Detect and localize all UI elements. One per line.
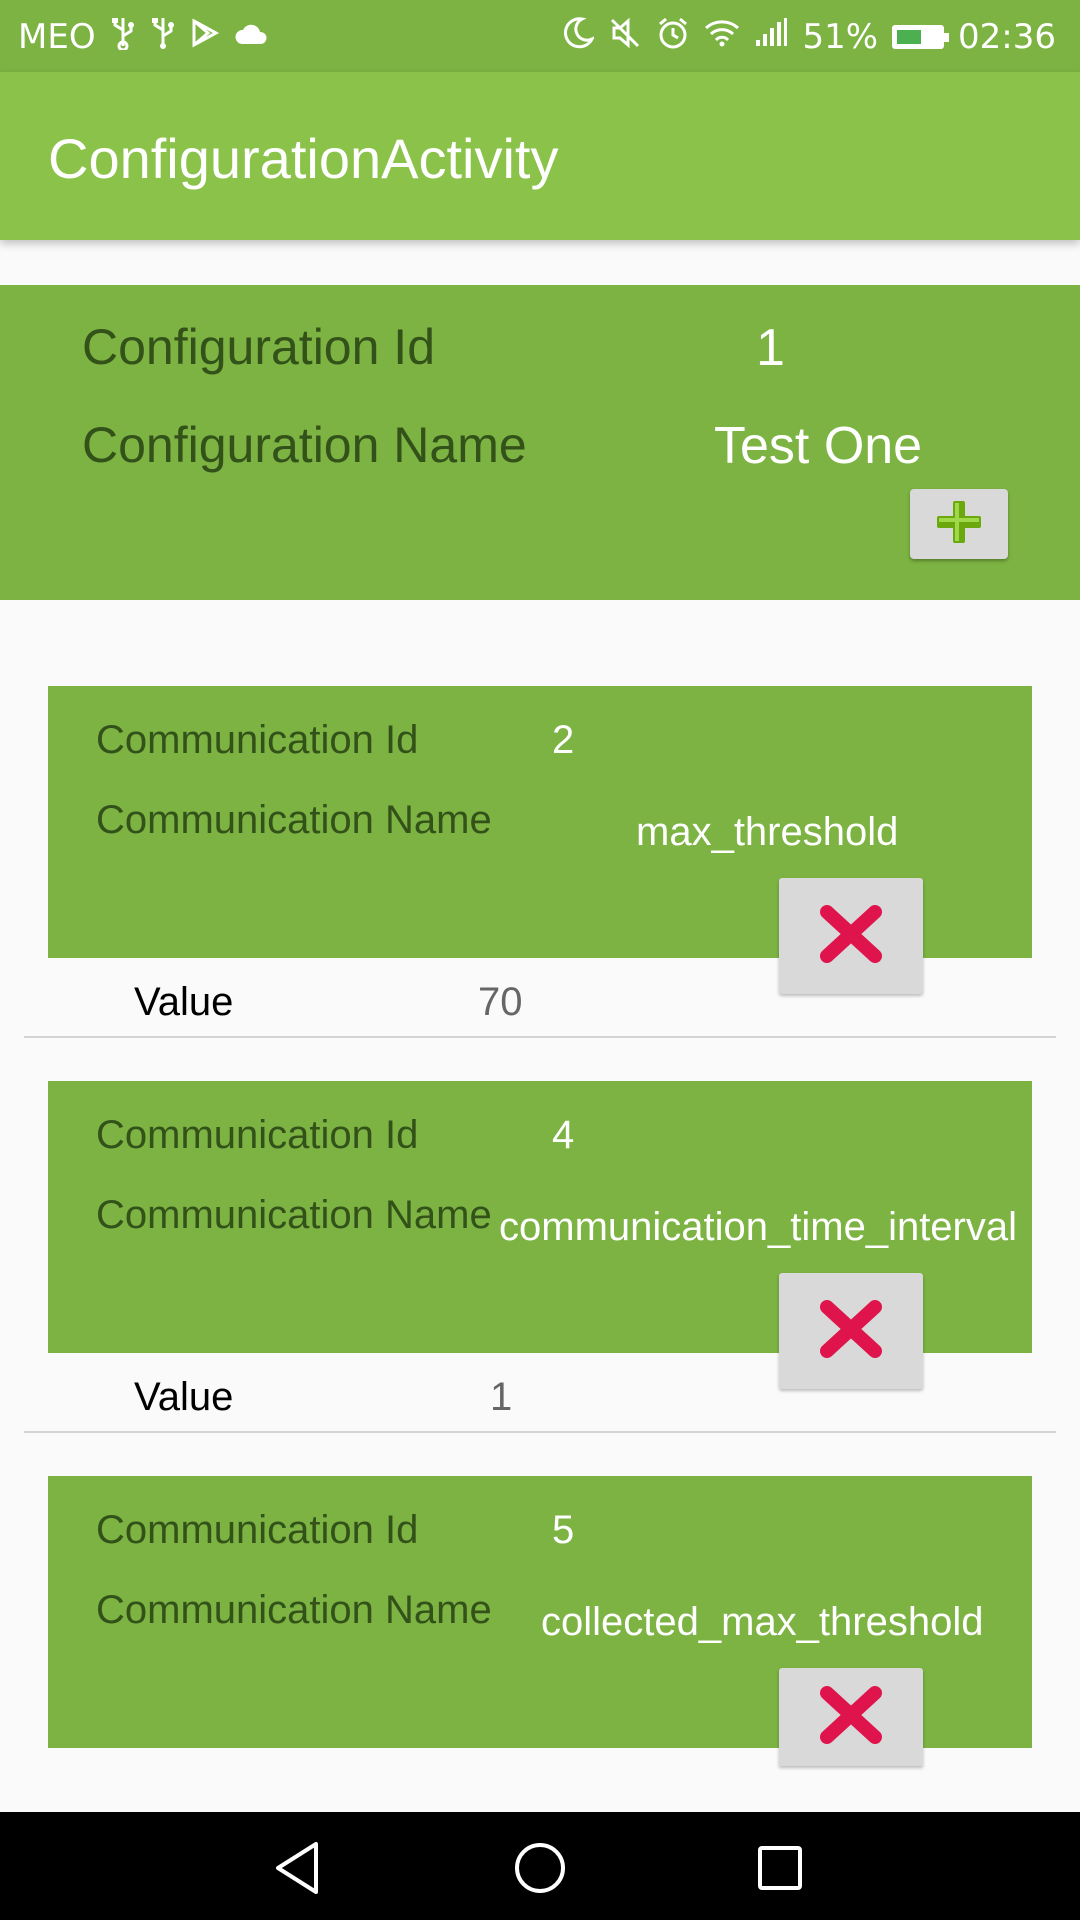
- cloud-icon: [234, 19, 270, 55]
- delete-communication-button[interactable]: [779, 1273, 923, 1389]
- app-bar: ConfigurationActivity: [0, 72, 1080, 240]
- configuration-name-label: Configuration Name: [82, 417, 527, 473]
- signal-icon: [754, 18, 788, 55]
- clock: 02:36: [958, 16, 1056, 57]
- recents-icon[interactable]: [748, 1836, 812, 1900]
- communication-name-value: max_threshold: [636, 810, 899, 854]
- plus-icon: [931, 497, 987, 551]
- home-icon[interactable]: [508, 1836, 572, 1900]
- divider: [24, 1036, 1056, 1038]
- mute-icon: [608, 16, 642, 57]
- value-label: Value: [134, 1375, 234, 1419]
- communication-id-label: Communication Id: [96, 1508, 419, 1552]
- status-bar-right: 51% 02:36: [562, 16, 1056, 57]
- communication-id-value: 2: [552, 718, 575, 762]
- delete-communication-button[interactable]: [779, 878, 923, 994]
- carrier-label: MEO: [18, 16, 96, 57]
- back-icon[interactable]: [268, 1836, 332, 1900]
- wifi-icon: [704, 18, 740, 55]
- battery-icon: [892, 24, 950, 49]
- communication-id-label: Communication Id: [96, 1113, 419, 1157]
- value-field[interactable]: 70: [478, 980, 523, 1025]
- app-bar-title: ConfigurationActivity: [48, 127, 559, 190]
- status-bar-left: MEO: [18, 16, 270, 57]
- configuration-name-value: Test One: [714, 417, 923, 475]
- moon-icon: [562, 16, 596, 57]
- delete-x-icon: [819, 1299, 883, 1363]
- communication-name-value: collected_max_threshold: [541, 1600, 984, 1644]
- alarm-icon: [656, 16, 690, 57]
- communication-id-value: 4: [552, 1113, 575, 1157]
- status-bar: MEO 51% 02:36: [0, 0, 1080, 72]
- value-label: Value: [134, 980, 234, 1024]
- configuration-id-label: Configuration Id: [82, 319, 436, 375]
- add-communication-button[interactable]: [910, 489, 1008, 559]
- value-field[interactable]: 1: [490, 1375, 512, 1420]
- communication-id-label: Communication Id: [96, 718, 419, 762]
- delete-x-icon: [819, 1685, 883, 1749]
- usb-icon: [150, 16, 176, 57]
- communication-name-label: Communication Name: [96, 798, 492, 842]
- communication-name-label: Communication Name: [96, 1193, 492, 1237]
- play-store-icon: [190, 18, 220, 55]
- delete-communication-button[interactable]: [779, 1668, 923, 1766]
- communication-id-value: 5: [552, 1508, 575, 1552]
- battery-percent: 51%: [802, 16, 879, 57]
- navigation-bar: [0, 1812, 1080, 1920]
- divider: [24, 1431, 1056, 1433]
- usb-icon: [110, 16, 136, 57]
- communication-name-value: communication_time_interval: [499, 1205, 1018, 1249]
- delete-x-icon: [819, 904, 883, 968]
- configuration-id-value: 1: [756, 319, 785, 377]
- communication-name-label: Communication Name: [96, 1588, 492, 1632]
